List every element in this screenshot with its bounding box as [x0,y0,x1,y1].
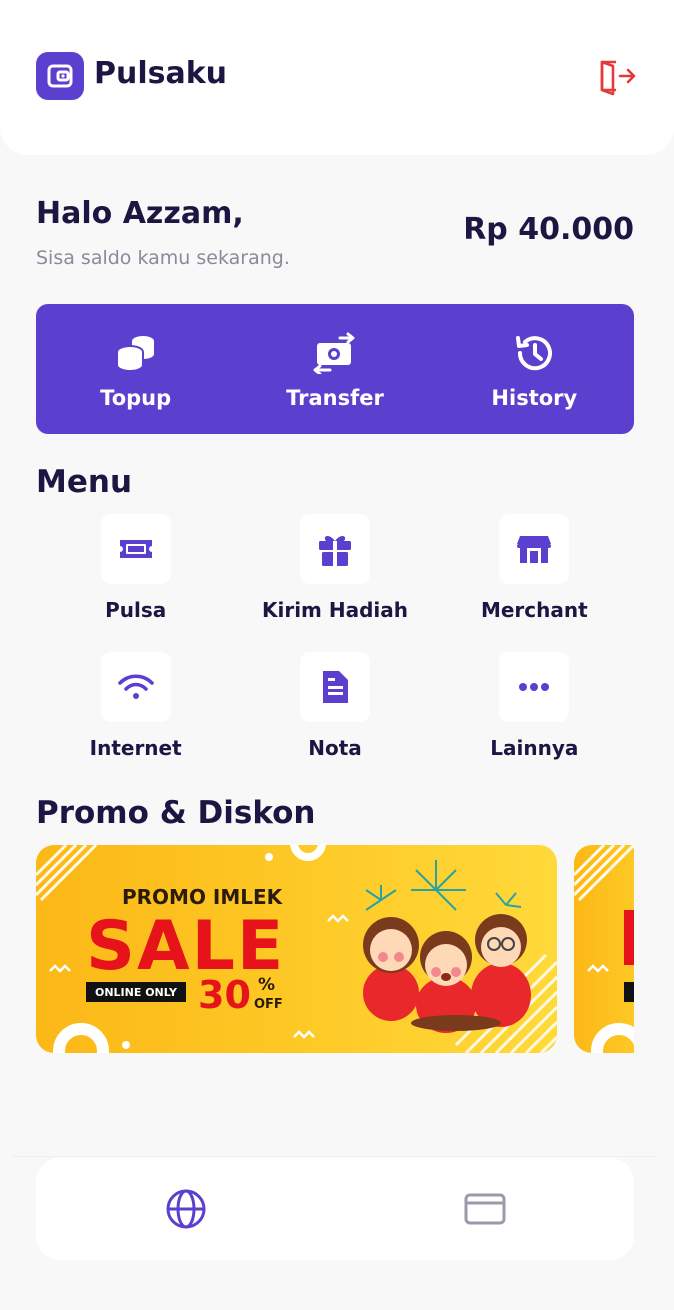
menu-item-label: Kirim Hadiah [261,598,408,622]
balance-amount: Rp 40.000 [463,212,634,247]
coins-icon [115,336,154,373]
promo-percent-sign: % [258,975,276,995]
promo-off-text: OFF [254,997,283,1012]
app-header: Pulsaku [0,0,674,155]
menu-item-label: Nota [308,736,362,760]
money-transfer-icon [313,332,355,374]
gift-icon [299,514,370,584]
nav-card-button[interactable] [455,1179,515,1239]
menu-item-nota[interactable]: Nota [235,652,434,760]
quick-actions-panel: Topup Transfer History [36,304,634,434]
transfer-label: Transfer [286,386,384,410]
menu-title: Menu [36,464,133,500]
logout-icon[interactable] [596,56,636,96]
promo-heading: PROMO IMLEK [122,885,283,909]
promo-title: Promo & Diskon [36,795,316,831]
globe-icon [166,1189,205,1229]
menu-item-internet[interactable]: Internet [36,652,235,760]
topup-button[interactable]: Topup [36,304,235,434]
history-icon [516,336,553,371]
greeting-text: Halo Azzam, [36,196,244,231]
promo-carousel[interactable]: PROMO IMLEK SALE ONLINE ONLY 30 % OFF [36,845,634,1053]
menu-item-label: Internet [89,736,182,760]
topup-label: Topup [100,386,172,410]
menu-item-merchant[interactable]: Merchant [435,514,634,622]
menu-item-label: Pulsa [105,598,167,622]
menu-item-kirim-hadiah[interactable]: Kirim Hadiah [235,514,434,622]
wifi-icon [100,652,171,722]
promo-illustration [363,914,531,1033]
menu-item-label: Merchant [480,598,588,622]
promo-percent: 30 [198,973,251,1017]
more-icon [499,652,570,722]
wallet-icon [36,52,84,100]
history-button[interactable]: History [435,304,634,434]
menu-grid: Pulsa Kirim Hadiah Merchant Internet Not… [36,514,634,760]
store-icon [499,514,570,584]
app-brand: Pulsaku [94,56,228,91]
menu-item-lainnya[interactable]: Lainnya [435,652,634,760]
promo-banner[interactable]: PROMO IMLEK SALE ONLINE ONLY 30 % OFF [36,845,557,1053]
menu-item-label: Lainnya [490,736,579,760]
bottom-divider [12,1156,656,1157]
menu-item-pulsa[interactable]: Pulsa [36,514,235,622]
transfer-button[interactable]: Transfer [235,304,434,434]
promo-big-text: SALE [86,907,286,986]
history-label: History [491,386,578,410]
card-icon [464,1193,505,1225]
ticket-icon [100,514,171,584]
balance-caption: Sisa saldo kamu sekarang. [36,247,290,269]
promo-banner-next[interactable] [574,845,634,1053]
promo-tag: ONLINE ONLY [86,982,186,1002]
receipt-icon [299,652,370,722]
nav-home-button[interactable] [156,1179,216,1239]
bottom-navigation [36,1158,634,1260]
